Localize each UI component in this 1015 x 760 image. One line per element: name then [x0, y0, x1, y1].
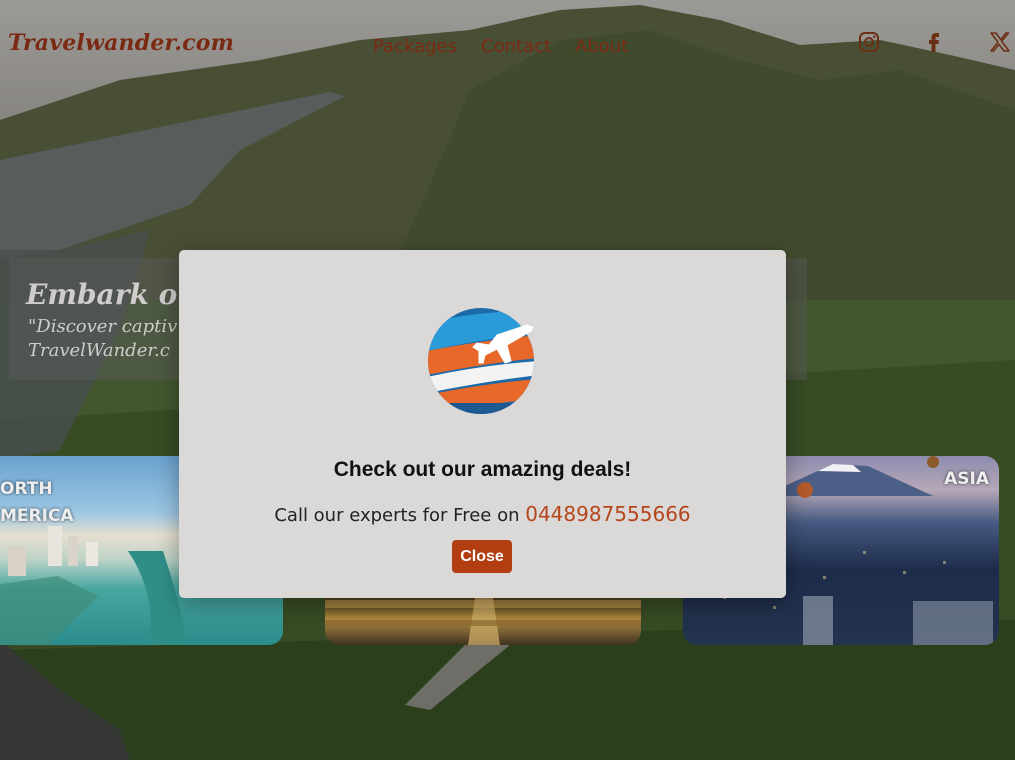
modal-heading: Check out our amazing deals!: [333, 458, 632, 481]
brand-logo[interactable]: Travelwander.com: [8, 30, 234, 56]
main-nav: Packages Contact About: [373, 36, 628, 57]
hero-subtitle-line-1: "Discover captiv: [28, 316, 178, 337]
deals-modal: Check out our amazing deals! Call our ex…: [179, 250, 786, 598]
hero-subtitle: "Discover captiv TravelWander.c: [28, 315, 178, 363]
x-icon[interactable]: [988, 30, 1012, 56]
nav-link-about[interactable]: About: [575, 36, 628, 57]
nav-link-contact[interactable]: Contact: [481, 36, 551, 57]
hero-subtitle-line-2: TravelWander.c: [28, 340, 170, 361]
nav-link-packages[interactable]: Packages: [373, 36, 457, 57]
hero-title: Embark on: [26, 278, 198, 311]
facebook-icon[interactable]: [922, 30, 946, 56]
social-links: [855, 30, 1015, 60]
phone-number-link[interactable]: 0448987555666: [525, 502, 690, 526]
card-label-asia: ASIA: [944, 469, 989, 489]
call-label: Call our experts for Free on: [274, 505, 526, 526]
instagram-icon[interactable]: [857, 30, 881, 56]
globe-plane-logo-icon: [428, 308, 534, 414]
card-label-line-2: MERICA: [0, 506, 74, 526]
modal-call-text: Call our experts for Free on 04489875556…: [179, 502, 786, 526]
card-label-line-1: ORTH: [0, 479, 53, 499]
close-button[interactable]: Close: [452, 540, 512, 573]
